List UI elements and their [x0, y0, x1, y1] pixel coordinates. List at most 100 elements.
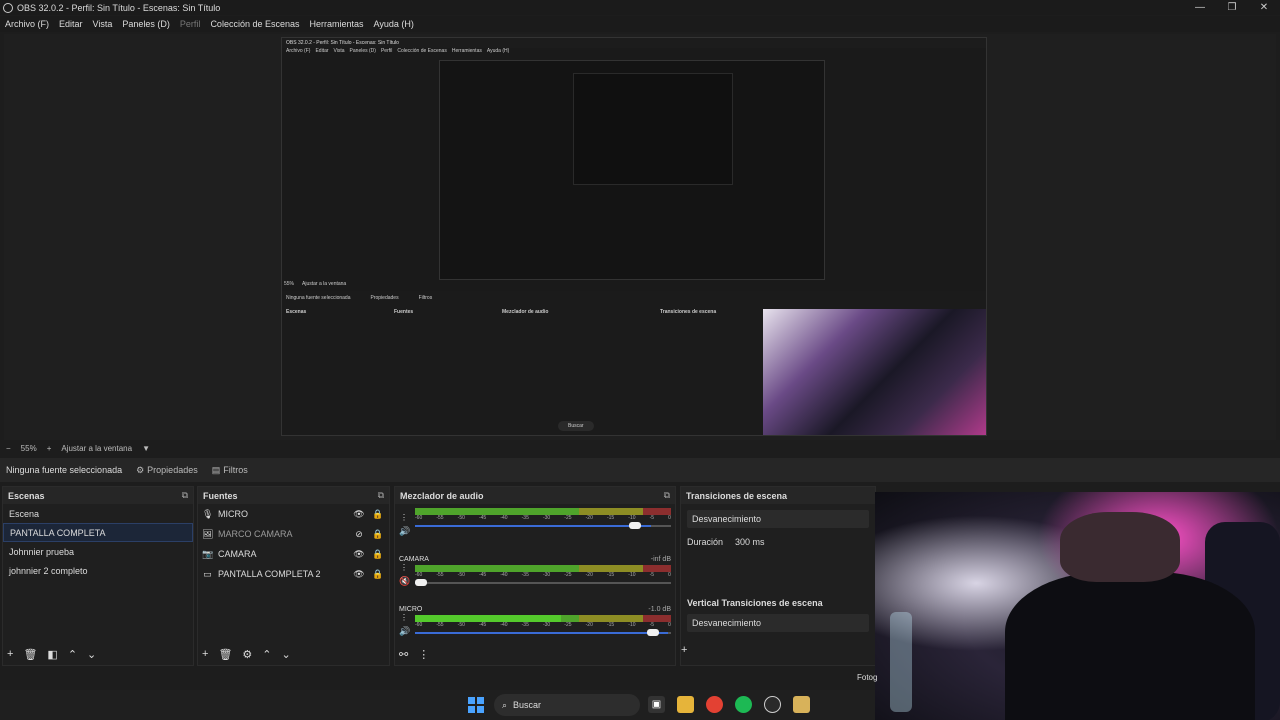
- channel-db: -inf dB: [650, 556, 671, 563]
- search-placeholder: Buscar: [513, 700, 542, 710]
- volume-slider[interactable]: [415, 629, 671, 637]
- more-icon[interactable]: ⋮: [400, 613, 408, 622]
- chevron-up-icon[interactable]: ⌃: [262, 648, 271, 661]
- eye-hidden-icon[interactable]: ⊘: [352, 529, 366, 540]
- speaker-icon[interactable]: 🔊: [399, 626, 410, 637]
- menu-editar[interactable]: Editar: [54, 19, 88, 29]
- transition-select[interactable]: Desvanecimiento: [687, 510, 869, 528]
- lock-icon[interactable]: 🔒: [371, 529, 385, 540]
- bottle-shape: [890, 612, 912, 712]
- obs-icon[interactable]: [764, 696, 781, 713]
- spotify-icon[interactable]: [735, 696, 752, 713]
- inner-search: Buscar: [558, 421, 594, 431]
- inner-menu: Archivo (F) Editar Vista Paneles (D) Per…: [282, 48, 986, 56]
- zoom-in-button[interactable]: +: [47, 444, 52, 453]
- tick-label: -25: [564, 572, 572, 578]
- eye-icon[interactable]: 👁: [352, 509, 366, 520]
- duration-row: Duración 300 ms: [687, 534, 869, 550]
- tick-label: -60: [415, 622, 423, 628]
- volume-slider[interactable]: [415, 579, 671, 587]
- camera-overlay: [875, 492, 1280, 720]
- close-button[interactable]: ✕: [1248, 0, 1280, 15]
- scene-item[interactable]: Escena: [3, 504, 193, 523]
- more-icon[interactable]: ⋮: [418, 648, 429, 661]
- add-icon[interactable]: +: [202, 648, 208, 661]
- trash-icon[interactable]: 🗑: [23, 648, 37, 661]
- scenes-footer: + 🗑 ◧ ⌃ ⌄: [7, 648, 96, 661]
- scene-item-label: Johnnier prueba: [9, 546, 75, 557]
- chrome-icon[interactable]: [706, 696, 723, 713]
- tick-label: -20: [585, 622, 593, 628]
- filter-icon: ▤: [211, 464, 221, 475]
- maximize-button[interactable]: ❐: [1216, 0, 1248, 15]
- eye-icon[interactable]: 👁: [352, 569, 366, 580]
- inner-menu-item: Perfil: [380, 48, 393, 54]
- title-bar: OBS 32.0.2 - Perfil: Sin Título - Escena…: [0, 0, 1280, 15]
- channel-name: MICRO: [399, 606, 423, 613]
- muted-speaker-icon[interactable]: 🔇: [399, 576, 410, 587]
- microphone-icon: 🎙: [202, 508, 214, 519]
- gear-icon[interactable]: ⚙: [242, 648, 252, 661]
- more-icon[interactable]: ⋮: [400, 563, 408, 572]
- chevron-down-icon[interactable]: ⌄: [87, 648, 96, 661]
- scenes-dock: Escenas ⧉ Escena PANTALLA COMPLETA Johnn…: [2, 486, 194, 666]
- volume-slider[interactable]: [415, 522, 671, 530]
- channel-db: -1.0 dB: [648, 606, 671, 613]
- source-item[interactable]: 🖼 MARCO CAMARA ⊘ 🔒: [198, 524, 389, 544]
- duration-input[interactable]: 300 ms: [735, 537, 765, 547]
- undock-icon[interactable]: ⧉: [378, 490, 384, 501]
- tick-label: -40: [500, 622, 508, 628]
- taskbar-search[interactable]: ⌕ Buscar: [494, 694, 640, 716]
- menu-archivo[interactable]: Archivo (F): [0, 19, 54, 29]
- menu-herramientas[interactable]: Herramientas: [305, 19, 369, 29]
- source-item[interactable]: ▭ PANTALLA COMPLETA 2 👁 🔒: [198, 564, 389, 584]
- chevron-up-icon[interactable]: ⌃: [68, 648, 77, 661]
- menu-vista[interactable]: Vista: [88, 19, 118, 29]
- source-item[interactable]: 📷 CAMARA 👁 🔒: [198, 544, 389, 564]
- menu-ayuda[interactable]: Ayuda (H): [369, 19, 419, 29]
- tick-label: -10: [628, 572, 636, 578]
- app-icon[interactable]: [793, 696, 810, 713]
- file-explorer-icon[interactable]: [677, 696, 694, 713]
- tick-label: -45: [478, 515, 487, 521]
- tick-label: -15: [606, 515, 615, 521]
- add-transition-button[interactable]: +: [681, 644, 875, 656]
- menu-bar: Archivo (F) Editar Vista Paneles (D) Per…: [0, 16, 1280, 32]
- tick-label: -10: [628, 622, 636, 628]
- vertical-transition-select[interactable]: Desvanecimiento: [687, 614, 869, 632]
- menu-paneles[interactable]: Paneles (D): [117, 19, 175, 29]
- lock-icon[interactable]: 🔒: [371, 549, 385, 560]
- eye-icon[interactable]: 👁: [352, 549, 366, 560]
- task-view-icon[interactable]: ▣: [648, 696, 665, 713]
- source-item[interactable]: 🎙 MICRO 👁 🔒: [198, 504, 389, 524]
- undock-icon[interactable]: ⧉: [664, 490, 670, 501]
- lock-icon[interactable]: 🔒: [371, 509, 385, 520]
- tick-label: -20: [585, 515, 593, 521]
- more-icon[interactable]: ⋮: [400, 513, 408, 522]
- filter-icon[interactable]: ◧: [47, 648, 57, 661]
- minimize-button[interactable]: —: [1184, 0, 1216, 15]
- speaker-icon[interactable]: 🔊: [399, 526, 410, 537]
- fit-to-window-label[interactable]: Ajustar a la ventana: [61, 444, 132, 453]
- transitions-dock: Transiciones de escena Desvanecimiento D…: [680, 486, 876, 666]
- channel-header: MICRO -1.0 dB: [399, 606, 671, 613]
- link-icon[interactable]: ⚯: [399, 648, 408, 661]
- chevron-down-icon[interactable]: ⌄: [282, 648, 291, 661]
- add-icon[interactable]: +: [7, 648, 13, 661]
- scene-item[interactable]: johnnier 2 completo: [3, 561, 193, 580]
- menu-perfil[interactable]: Perfil: [175, 19, 206, 29]
- undock-icon[interactable]: ⧉: [182, 490, 188, 501]
- person-head-shape: [1060, 512, 1180, 582]
- tick-label: -35: [521, 572, 529, 578]
- lock-icon[interactable]: 🔒: [371, 569, 385, 580]
- zoom-out-button[interactable]: −: [6, 444, 11, 453]
- chevron-down-icon[interactable]: ▼: [142, 444, 150, 453]
- trash-icon[interactable]: 🗑: [218, 648, 232, 661]
- level-fill: [415, 615, 561, 622]
- properties-button[interactable]: ⚙ Propiedades: [136, 465, 198, 476]
- scene-item[interactable]: Johnnier prueba: [3, 542, 193, 561]
- menu-coleccion[interactable]: Colección de Escenas: [205, 19, 304, 29]
- scene-item-selected[interactable]: PANTALLA COMPLETA: [3, 523, 193, 542]
- filters-button[interactable]: ▤ Filtros: [212, 465, 248, 476]
- windows-start-icon[interactable]: [468, 697, 484, 713]
